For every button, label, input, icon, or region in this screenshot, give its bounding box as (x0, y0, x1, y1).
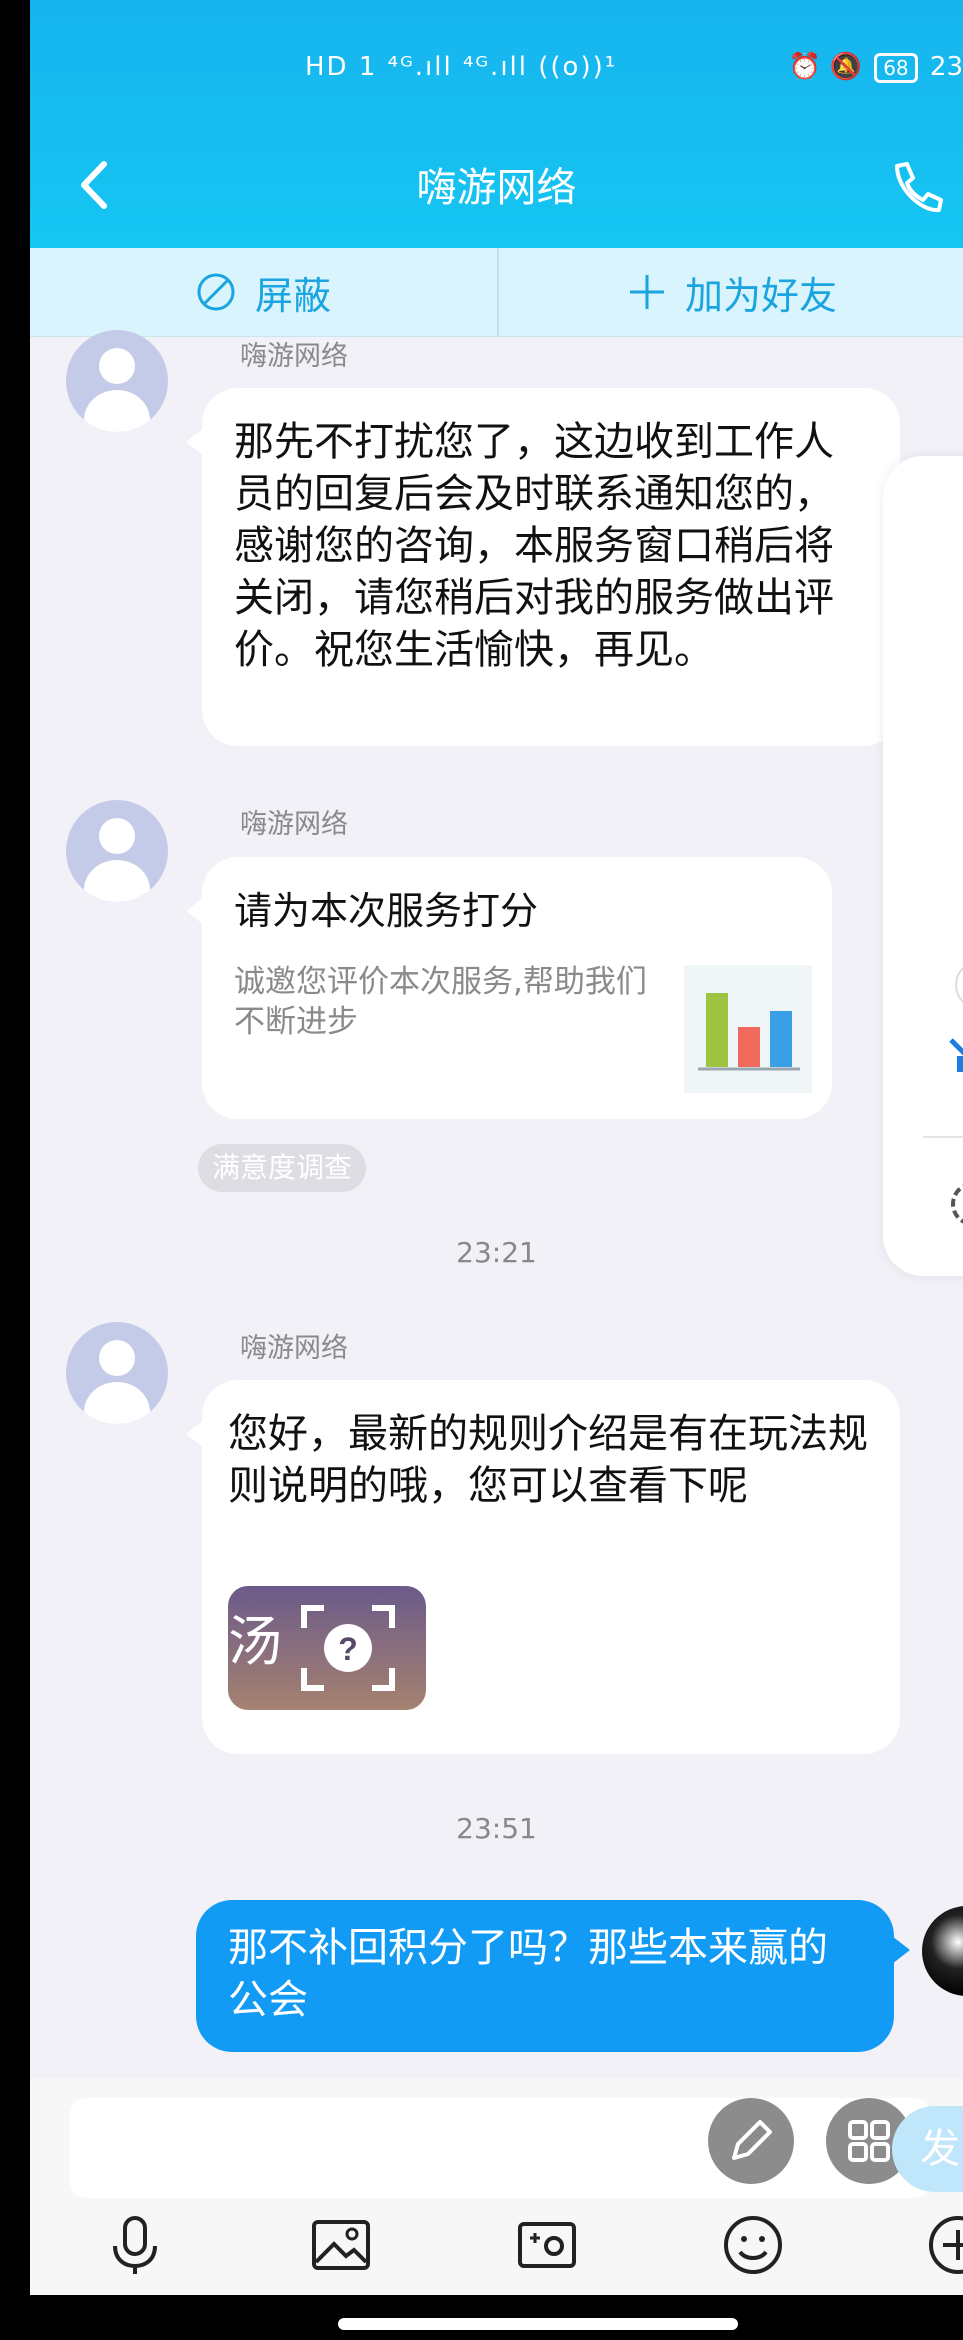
block-icon (197, 273, 235, 311)
phone-icon (895, 162, 943, 213)
timestamp: 23:21 (456, 1236, 537, 1269)
chat-title: 嗨游网络 (416, 165, 577, 211)
rating-card[interactable]: 请为本次服务打分 诚邀您评价本次服务,帮助我们不断进步 (186, 857, 832, 1119)
sender-name: 嗨游网络 (240, 341, 348, 372)
plus-icon (629, 275, 664, 309)
home-indicator[interactable] (338, 2318, 738, 2330)
card-description: 诚邀您评价本次服务,帮助我们不断进步 (234, 964, 647, 1040)
settings-icon[interactable] (943, 1174, 963, 1234)
message-bubble[interactable]: 那先不打扰您了，这边收到工作人员的回复后会及时联系通知您的，感谢您的咨询，本服务… (186, 388, 900, 746)
edit-button[interactable] (708, 2098, 794, 2184)
my-avatar[interactable] (922, 1906, 963, 1996)
image-attachment[interactable]: 汤 ? (228, 1586, 426, 1710)
image-text: 汤 (228, 1610, 282, 1673)
scan-question-icon: ? (301, 1605, 395, 1691)
add-button[interactable] (923, 2210, 963, 2280)
block-button[interactable]: 屏蔽 (30, 248, 496, 336)
chat-screen: HD 1 ⁴ᴳ.ıll ⁴ᴳ.ıll ((o))¹ ⏰ 🔕 68 23 嗨游网络… (30, 0, 963, 2295)
message-bubble[interactable]: 您好，最新的规则介绍是有在玩法规则说明的哦，您可以查看下呢 汤 ? (186, 1380, 900, 1754)
avatar[interactable] (66, 330, 168, 432)
camera-icon (518, 2222, 576, 2268)
edit-icon (732, 2120, 772, 2160)
message-text: 那先不打扰您了，这边收到工作人员的回复后会及时联系通知您的，感谢您的咨询，本服务… (234, 419, 834, 673)
voice-button[interactable] (100, 2210, 170, 2280)
avatar[interactable] (66, 1322, 168, 1424)
voice-icon (113, 2216, 157, 2274)
emoji-icon (724, 2216, 782, 2274)
mute-icon[interactable] (947, 1034, 963, 1094)
battery-indicator: 68 (874, 53, 918, 83)
bar-chart-icon (684, 965, 812, 1093)
survey-tag[interactable]: 满意度调查 (198, 1144, 367, 1192)
avatar[interactable] (66, 800, 168, 902)
header: HD 1 ⁴ᴳ.ıll ⁴ᴳ.ıll ((o))¹ ⏰ 🔕 68 23 嗨游网络 (30, 0, 963, 248)
status-icons: HD 1 ⁴ᴳ.ıll ⁴ᴳ.ıll ((o))¹ (305, 52, 618, 82)
outgoing-message-bubble[interactable]: 那不补回积分了吗？那些本来赢的公会 (196, 1900, 910, 2052)
volume-panel (883, 456, 963, 1276)
camera-button[interactable] (512, 2210, 582, 2280)
mute-bell-icon: 🔕 (829, 52, 862, 82)
alarm-icon: ⏰ (788, 52, 822, 82)
volume-knob[interactable] (955, 960, 963, 1010)
sender-name: 嗨游网络 (240, 809, 348, 840)
add-friend-label: 加为好友 (684, 273, 837, 318)
message-text: 您好，最新的规则介绍是有在玩法规则说明的哦，您可以查看下呢 (228, 1411, 868, 1509)
svg-text:?: ? (338, 1631, 358, 1667)
add-friend-button[interactable]: 加为好友 (497, 248, 963, 336)
image-icon (312, 2220, 370, 2270)
message-text: 那不补回积分了吗？那些本来赢的公会 (228, 1925, 828, 2023)
message-input[interactable] (70, 2098, 930, 2198)
action-bar: 屏蔽 加为好友 (30, 248, 963, 337)
block-label: 屏蔽 (254, 273, 331, 318)
emoji-button[interactable] (718, 2210, 788, 2280)
image-button[interactable] (306, 2210, 376, 2280)
call-button[interactable] (883, 150, 943, 220)
timestamp: 23:51 (456, 1812, 537, 1845)
status-right: ⏰ 🔕 68 23 (789, 52, 963, 83)
status-clock: 23 (929, 52, 963, 82)
sender-name: 嗨游网络 (240, 1333, 348, 1364)
card-title: 请为本次服务打分 (234, 889, 539, 933)
add-icon (929, 2216, 963, 2274)
